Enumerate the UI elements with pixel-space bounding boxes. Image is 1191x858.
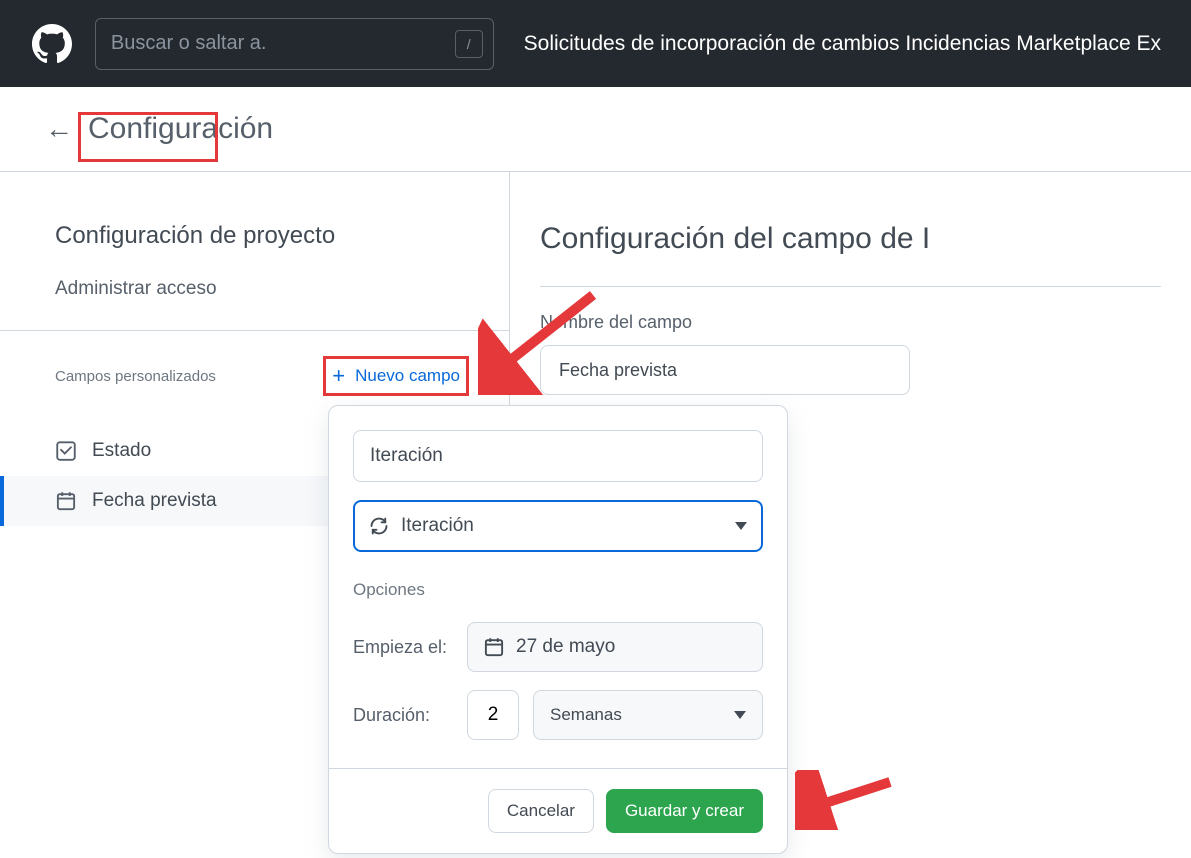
iteration-icon (369, 516, 389, 536)
duration-unit-value: Semanas (550, 705, 622, 725)
global-header: / Solicitudes de incorporación de cambio… (0, 0, 1191, 87)
search-input[interactable] (111, 32, 478, 55)
new-field-label: Nuevo campo (355, 366, 460, 386)
divider (0, 330, 509, 331)
content-title: Configuración del campo de I (540, 222, 1161, 256)
save-create-button[interactable]: Guardar y crear (606, 789, 763, 833)
field-label: Fecha prevista (92, 490, 217, 512)
options-label: Opciones (353, 580, 763, 600)
calendar-icon (55, 490, 77, 512)
field-name-input[interactable] (540, 345, 910, 395)
sidebar-item-access[interactable]: Administrar acceso (55, 278, 479, 300)
calendar-icon (484, 637, 504, 657)
duration-label: Duración: (353, 705, 453, 726)
chevron-down-icon (735, 522, 747, 530)
back-arrow-icon[interactable]: ← (45, 113, 73, 145)
custom-fields-label: Campos personalizados (55, 368, 216, 385)
starts-on-value: 27 de mayo (516, 636, 615, 658)
new-field-modal: Iteración Opciones Empieza el: 27 de may… (328, 405, 788, 854)
chevron-down-icon (734, 711, 746, 719)
modal-name-input[interactable] (353, 430, 763, 482)
plus-icon: + (332, 363, 345, 389)
divider (540, 286, 1161, 287)
starts-on-label: Empieza el: (353, 637, 453, 658)
field-name-label: Nombre del campo (540, 312, 1161, 333)
github-logo-icon[interactable] (30, 21, 75, 66)
field-label: Estado (92, 440, 151, 462)
search-box[interactable]: / (95, 18, 494, 70)
sidebar-heading: Configuración de proyecto (55, 222, 479, 250)
slash-hotkey-icon: / (455, 30, 483, 58)
starts-on-button[interactable]: 27 de mayo (467, 622, 763, 672)
modal-type-value: Iteración (401, 515, 474, 537)
duration-unit-select[interactable]: Semanas (533, 690, 763, 740)
page-header: ← Configuración (0, 87, 1191, 172)
select-icon (55, 440, 77, 462)
cancel-button[interactable]: Cancelar (488, 789, 594, 833)
duration-input[interactable] (467, 690, 519, 740)
page-title: Configuración (88, 112, 273, 146)
nav-links[interactable]: Solicitudes de incorporación de cambios … (524, 32, 1161, 56)
new-field-button[interactable]: + Nuevo campo (323, 356, 469, 396)
modal-type-select[interactable]: Iteración (353, 500, 763, 552)
